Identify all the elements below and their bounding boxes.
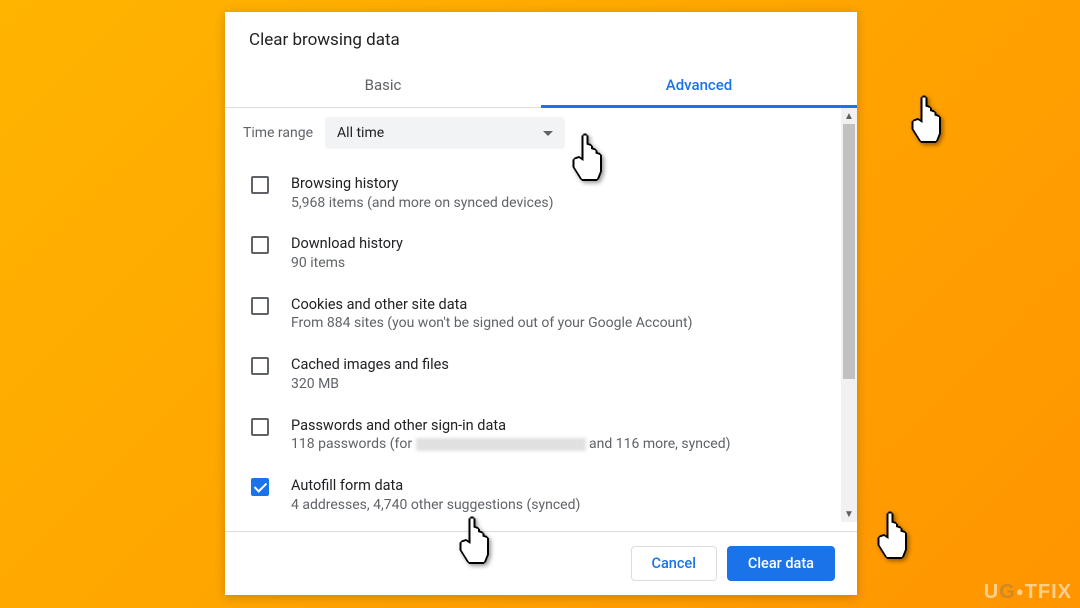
list-item: Cached images and files320 MB [245, 344, 823, 404]
item-title: Download history [291, 234, 823, 254]
data-types-list: Browsing history5,968 items (and more on… [225, 157, 841, 526]
redacted-text [416, 438, 586, 451]
checkbox[interactable] [251, 357, 269, 375]
item-text: Cached images and files320 MB [291, 355, 823, 393]
list-item: Autofill form data4 addresses, 4,740 oth… [245, 465, 823, 525]
item-text: Autofill form data4 addresses, 4,740 oth… [291, 476, 823, 514]
item-title: Cached images and files [291, 355, 823, 375]
scrollbar[interactable]: ▲ ▼ [841, 108, 857, 522]
item-subtitle: From 884 sites (you won't be signed out … [291, 314, 823, 333]
item-subtitle: 90 items [291, 254, 823, 273]
scroll-down-icon[interactable]: ▼ [841, 506, 857, 522]
checkbox[interactable] [251, 297, 269, 315]
time-range-label: Time range [243, 125, 313, 141]
item-title: Browsing history [291, 174, 823, 194]
watermark: UG●TFIX [984, 581, 1072, 604]
scroll-up-icon[interactable]: ▲ [841, 108, 857, 124]
time-range-value: All time [337, 125, 384, 141]
item-subtitle: 118 passwords (for and 116 more, synced) [291, 435, 823, 454]
clear-data-button[interactable]: Clear data [727, 546, 835, 581]
list-item: Browsing history5,968 items (and more on… [245, 163, 823, 223]
time-range-row: Time range All time [225, 108, 841, 157]
pointer-cursor-icon [875, 512, 911, 560]
clear-browsing-data-dialog: Clear browsing data Basic Advanced Time … [225, 12, 857, 595]
tab-basic[interactable]: Basic [225, 64, 541, 107]
item-subtitle: 5,968 items (and more on synced devices) [291, 194, 823, 213]
scrollbar-thumb[interactable] [843, 124, 855, 379]
list-item: Passwords and other sign-in data118 pass… [245, 405, 823, 465]
time-range-select[interactable]: All time [325, 117, 565, 149]
item-text: Browsing history5,968 items (and more on… [291, 174, 823, 212]
item-subtitle: 4 addresses, 4,740 other suggestions (sy… [291, 496, 823, 515]
item-text: Download history90 items [291, 234, 823, 272]
chevron-down-icon [543, 131, 553, 136]
tabs: Basic Advanced [225, 64, 857, 108]
dialog-title: Clear browsing data [225, 12, 857, 64]
checkbox[interactable] [251, 478, 269, 496]
content-area: Time range All time Browsing history5,96… [225, 108, 841, 531]
item-text: Passwords and other sign-in data118 pass… [291, 416, 823, 454]
pointer-cursor-icon [909, 96, 945, 144]
checkbox[interactable] [251, 176, 269, 194]
dialog-footer: Cancel Clear data [225, 531, 857, 595]
checkbox[interactable] [251, 418, 269, 436]
item-text: Cookies and other site dataFrom 884 site… [291, 295, 823, 333]
item-title: Autofill form data [291, 476, 823, 496]
cancel-button[interactable]: Cancel [631, 546, 717, 581]
list-item: Cookies and other site dataFrom 884 site… [245, 284, 823, 344]
item-title: Cookies and other site data [291, 295, 823, 315]
item-title: Passwords and other sign-in data [291, 416, 823, 436]
list-item: Download history90 items [245, 223, 823, 283]
tab-advanced[interactable]: Advanced [541, 64, 857, 107]
checkbox[interactable] [251, 236, 269, 254]
item-subtitle: 320 MB [291, 375, 823, 394]
